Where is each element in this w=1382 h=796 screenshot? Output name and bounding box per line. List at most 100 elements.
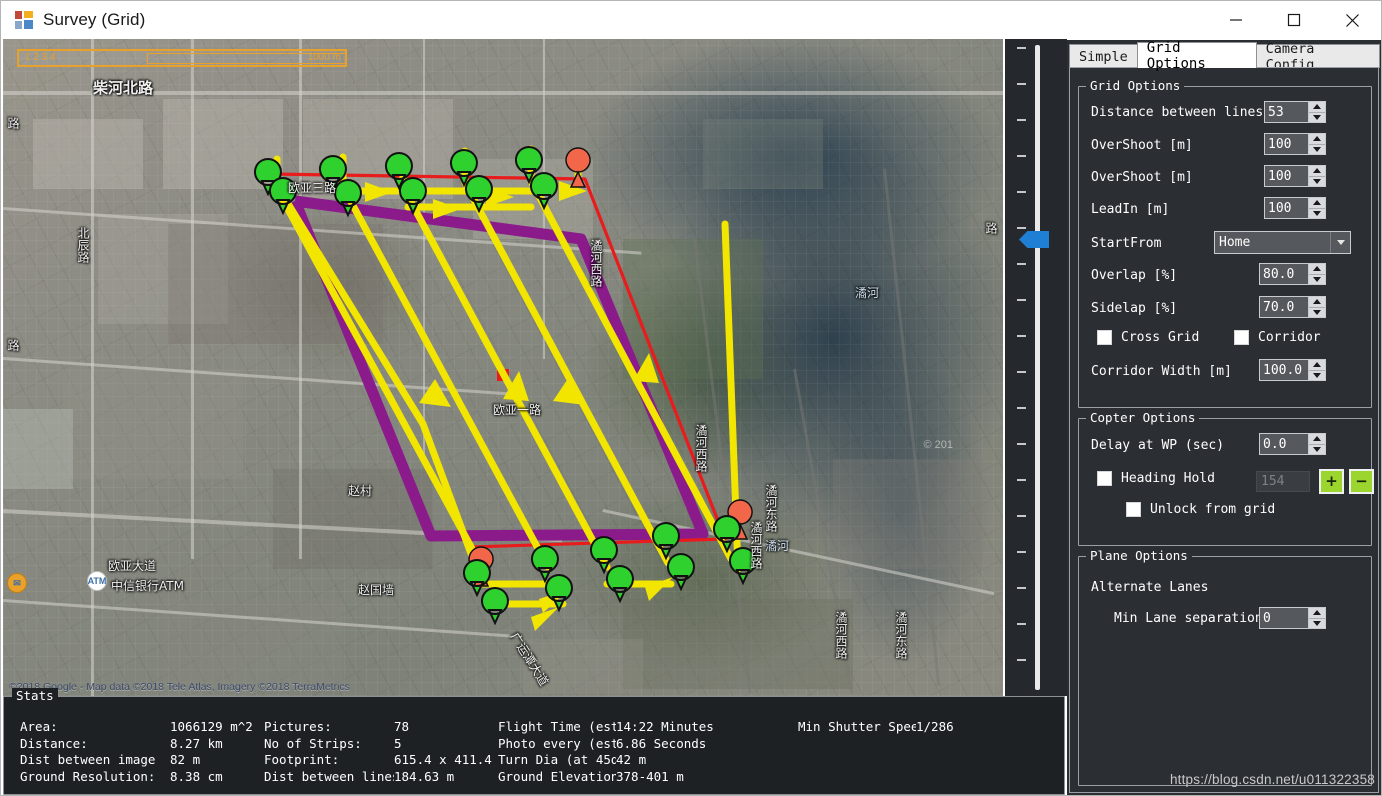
overshoot2-label: OverShoot [m] [1091, 170, 1193, 185]
copter-options-legend: Copter Options [1086, 410, 1200, 425]
corridor-width-input[interactable]: 100.0 [1259, 359, 1326, 381]
zoom-slider-handle[interactable] [1019, 231, 1049, 248]
spinner-buttons[interactable] [1308, 198, 1325, 218]
grid-options-page: Grid Options Distance between lines [m] … [1069, 67, 1379, 793]
chevron-down-icon [1313, 210, 1321, 216]
spinner-buttons[interactable] [1308, 102, 1325, 122]
spinner-down-button[interactable] [1309, 143, 1325, 154]
spinner-down-button[interactable] [1309, 369, 1325, 380]
tab-grid-options[interactable]: Grid Options [1136, 40, 1257, 72]
checkbox-box[interactable] [1097, 471, 1112, 486]
close-button[interactable] [1323, 1, 1381, 39]
stat-value: 14:22 Minutes [616, 719, 714, 734]
spinner-buttons[interactable] [1308, 264, 1325, 284]
delay-at-wp-label: Delay at WP (sec) [1091, 438, 1225, 453]
spinner-down-button[interactable] [1309, 207, 1325, 218]
stats-row: Dist between image 82 m Footprint: 615.4… [20, 752, 1040, 769]
chevron-down-icon [1313, 372, 1321, 378]
spinner-up-button[interactable] [1309, 608, 1325, 618]
delay-at-wp-input[interactable]: 0.0 [1259, 433, 1326, 455]
maximize-button[interactable] [1265, 1, 1323, 39]
tab-simple[interactable]: Simple [1069, 44, 1138, 68]
distance-between-lines-input[interactable]: 53 [1264, 101, 1326, 123]
checkbox-box[interactable] [1097, 330, 1112, 345]
startfrom-value: Home [1219, 235, 1251, 250]
stat-dist-between-lines: Dist between lines 184.63 m [264, 769, 498, 784]
grid-options-group: Grid Options Distance between lines [m] … [1078, 78, 1372, 408]
spinner-down-button[interactable] [1309, 443, 1325, 454]
stats-row: Distance: 8.27 km No of Strips: 5 Photo … [20, 736, 1040, 753]
spinner-up-button[interactable] [1309, 434, 1325, 444]
heading-increment-button[interactable]: + [1319, 469, 1344, 494]
checkbox-box[interactable] [1234, 330, 1249, 345]
stat-label: Dist between image [20, 752, 156, 767]
cross-grid-checkbox[interactable]: Cross Grid [1097, 330, 1199, 345]
survey-map[interactable]: 1 2 3 4 1000 m 柴河北路 路 北辰路 路 欧亚三路 欧亚一路 赵村… [3, 39, 1003, 696]
stats-panel: Stats Area: 1066129 m^2 Pictures: 78 Fli… [3, 688, 1065, 795]
chevron-up-icon [1313, 299, 1321, 305]
spinner-buttons[interactable] [1308, 134, 1325, 154]
spinner-down-button[interactable] [1309, 306, 1325, 317]
corridor-checkbox[interactable]: Corridor [1234, 330, 1321, 345]
spinner-buttons[interactable] [1308, 434, 1325, 454]
chevron-up-icon [1313, 104, 1321, 110]
minimize-button[interactable] [1207, 1, 1265, 39]
heading-value-field: 154 [1256, 471, 1310, 492]
mail-badge-icon: ✉ [7, 573, 27, 593]
blog-watermark: https://blog.csdn.net/u011322358 [1169, 772, 1375, 787]
stat-footprint: Footprint: 615.4 x 411.4 [264, 752, 498, 767]
chevron-down-icon [1313, 309, 1321, 315]
leadin-value: 100 [1265, 198, 1308, 218]
overshoot1-input[interactable]: 100 [1264, 133, 1326, 155]
map-zoom-slider[interactable] [1005, 39, 1067, 696]
checkbox-box[interactable] [1126, 502, 1141, 517]
spinner-up-button[interactable] [1309, 264, 1325, 274]
stat-label: Pictures: [264, 719, 332, 734]
spinner-down-button[interactable] [1309, 617, 1325, 628]
cross-grid-label: Cross Grid [1121, 330, 1200, 345]
chevron-up-icon [1313, 362, 1321, 368]
spinner-buttons[interactable] [1308, 297, 1325, 317]
heading-hold-checkbox[interactable]: Heading Hold [1097, 471, 1215, 486]
plane-options-group: Plane Options Alternate Lanes Min Lane s… [1078, 548, 1372, 786]
stat-photo-every: Photo every (est 6.86 Seconds [498, 736, 798, 751]
leadin-input[interactable]: 100 [1264, 197, 1326, 219]
spinner-up-button[interactable] [1309, 166, 1325, 176]
spinner-up-button[interactable] [1309, 102, 1325, 112]
startfrom-dropdown[interactable]: Home [1214, 231, 1351, 254]
delay-at-wp-value: 0.0 [1260, 434, 1308, 454]
stat-label: No of Strips: [264, 735, 362, 751]
tab-camera-config[interactable]: Camera Config [1255, 41, 1380, 73]
stat-label: Ground Resolution: [20, 768, 156, 784]
spinner-up-button[interactable] [1309, 297, 1325, 307]
zoom-slider-track[interactable] [1035, 45, 1040, 690]
overshoot2-input[interactable]: 100 [1264, 165, 1326, 187]
spinner-up-button[interactable] [1309, 198, 1325, 208]
dropdown-toggle[interactable] [1330, 232, 1350, 253]
stat-value: 184.63 m [394, 768, 455, 784]
stat-ground-resolution: Ground Resolution: 8.38 cm [20, 769, 264, 784]
stat-value: 378-401 m [616, 768, 684, 784]
sidelap-input[interactable]: 70.0 [1259, 296, 1326, 318]
spinner-up-button[interactable] [1309, 134, 1325, 144]
min-lane-separation-input[interactable]: 0 [1259, 607, 1326, 629]
stat-value: 1/286 [916, 719, 954, 734]
chevron-up-icon [1313, 610, 1321, 616]
chevron-down-icon [1313, 114, 1321, 120]
spinner-buttons[interactable] [1308, 608, 1325, 628]
corridor-width-value: 100.0 [1260, 360, 1308, 380]
spinner-buttons[interactable] [1308, 166, 1325, 186]
spinner-down-button[interactable] [1309, 175, 1325, 186]
heading-decrement-button[interactable]: − [1349, 469, 1374, 494]
unlock-from-grid-label: Unlock from grid [1150, 502, 1276, 517]
spinner-down-button[interactable] [1309, 273, 1325, 284]
startfrom-label: StartFrom [1091, 236, 1162, 251]
spinner-buttons[interactable] [1308, 360, 1325, 380]
stat-value: 1066129 m^2 [170, 719, 253, 734]
spinner-down-button[interactable] [1309, 111, 1325, 122]
spinner-up-button[interactable] [1309, 360, 1325, 370]
overlap-input[interactable]: 80.0 [1259, 263, 1326, 285]
alternate-lanes-label: Alternate Lanes [1091, 580, 1209, 595]
sidelap-label: Sidelap [%] [1091, 301, 1178, 316]
unlock-from-grid-checkbox[interactable]: Unlock from grid [1126, 502, 1275, 517]
